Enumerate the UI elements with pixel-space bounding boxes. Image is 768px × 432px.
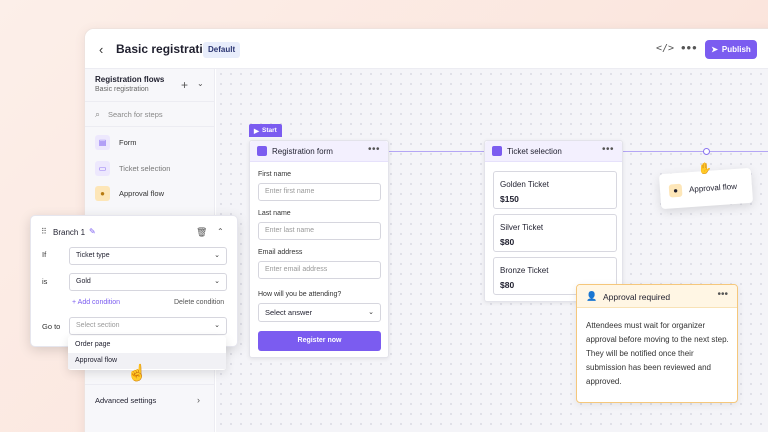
- chevron-up-icon[interactable]: ⌃: [217, 227, 224, 236]
- card-header: 👤 Approval required •••: [577, 285, 737, 308]
- pointer-cursor-icon: ☝: [127, 365, 147, 382]
- card-title: Ticket selection: [507, 147, 562, 156]
- advanced-settings[interactable]: Advanced settings ›: [85, 384, 215, 414]
- ticket-selection-card[interactable]: Ticket selection ••• Golden Ticket $150 …: [484, 140, 623, 302]
- ticket-name: Silver Ticket: [500, 223, 544, 232]
- approval-icon: 👤: [586, 291, 598, 301]
- connector-dot[interactable]: [703, 148, 710, 155]
- dropdown-option-order-page[interactable]: Order page: [68, 337, 226, 353]
- advanced-settings-label: Advanced settings: [95, 396, 157, 405]
- sidebar-item-label: Approval flow: [119, 189, 165, 198]
- more-icon[interactable]: •••: [681, 40, 698, 55]
- email-label: Email address: [258, 249, 303, 256]
- chevron-down-icon: ⌄: [214, 252, 220, 259]
- card-title: Approval required: [603, 292, 671, 302]
- sidebar-item-approval-flow[interactable]: ● Approval flow: [95, 184, 205, 204]
- registration-form-card[interactable]: Registration form ••• First name Enter f…: [249, 140, 389, 358]
- code-icon[interactable]: </>: [656, 43, 674, 54]
- attending-value: Select answer: [265, 308, 313, 317]
- first-name-label: First name: [258, 171, 292, 178]
- condition-field-select[interactable]: Ticket type ⌄: [69, 247, 227, 265]
- sidebar-title: Registration flows: [95, 75, 165, 84]
- delete-condition-button[interactable]: Delete condition: [174, 299, 224, 306]
- play-icon: ▶: [254, 127, 259, 135]
- approval-required-card[interactable]: 👤 Approval required ••• Attendees must w…: [576, 284, 738, 403]
- ticket-price: $80: [500, 280, 515, 290]
- ticket-price: $150: [500, 194, 519, 204]
- goto-dropdown: Order page Approval flow: [68, 336, 226, 370]
- more-icon[interactable]: •••: [602, 144, 614, 155]
- send-icon: ➤: [711, 45, 718, 54]
- search-input[interactable]: Search for steps: [108, 110, 163, 119]
- top-bar: ‹ Basic registration Default </> ••• ➤ P…: [85, 29, 768, 69]
- chevron-right-icon: ›: [197, 395, 200, 405]
- sidebar-item-label: Ticket selection: [119, 164, 171, 173]
- card-title: Registration form: [272, 147, 333, 156]
- goto-select[interactable]: Select section ⌄: [69, 317, 227, 335]
- add-condition-button[interactable]: + Add condition: [72, 299, 120, 306]
- email-field[interactable]: Enter email address: [258, 261, 381, 279]
- ticket-option-golden[interactable]: Golden Ticket $150: [493, 171, 617, 209]
- connector-line: [623, 151, 768, 152]
- status-badge: Default: [203, 42, 241, 58]
- chevron-down-icon: ⌄: [214, 322, 220, 329]
- ticket-price: $80: [500, 237, 515, 247]
- drag-handle-icon[interactable]: ⠿: [41, 227, 47, 236]
- start-label: Start: [262, 127, 277, 134]
- sidebar-subtitle: Basic registration: [95, 86, 149, 93]
- ticket-icon: ▭: [95, 161, 110, 176]
- sidebar-item-label: Form: [119, 138, 137, 147]
- branch-title: Branch 1: [53, 228, 86, 237]
- publish-label: Publish: [721, 45, 751, 54]
- chip-label: Approval flow: [688, 181, 738, 195]
- search-icon: ⌕: [95, 109, 101, 119]
- ticket-name: Golden Ticket: [500, 180, 549, 189]
- last-name-field[interactable]: Enter last name: [258, 222, 381, 240]
- approval-icon: ●: [668, 183, 683, 198]
- approval-description: Attendees must wait for organizer approv…: [586, 321, 729, 386]
- sidebar-header: Registration flows Basic registration: [95, 75, 164, 93]
- ticket-name: Bronze Ticket: [500, 266, 549, 275]
- edit-icon[interactable]: ✎: [89, 227, 96, 236]
- condition-value: Gold: [76, 278, 91, 285]
- condition-field-value: Ticket type: [76, 252, 110, 259]
- first-name-field[interactable]: Enter first name: [258, 183, 381, 201]
- sidebar-item-form[interactable]: ▤ Form: [95, 133, 205, 153]
- card-header: Registration form •••: [250, 141, 388, 162]
- attending-label: How will you be attending?: [258, 291, 342, 298]
- attending-select[interactable]: Select answer ⌄: [258, 303, 381, 322]
- goto-label: Go to: [42, 322, 61, 331]
- if-label: If: [42, 250, 47, 259]
- chevron-down-icon[interactable]: ⌄: [197, 79, 204, 88]
- form-icon: [257, 146, 267, 156]
- search-field[interactable]: ⌕ Search for steps: [85, 101, 215, 127]
- dropdown-option-approval-flow[interactable]: Approval flow: [68, 353, 226, 369]
- branch-panel: ⠿ Branch 1 ✎ 🗑 ⌃ If Ticket type ⌄ is Gol…: [30, 215, 238, 347]
- ticket-icon: [492, 146, 502, 156]
- grab-cursor-icon: ✋: [698, 163, 712, 175]
- sidebar-item-ticket-selection[interactable]: ▭ Ticket selection: [95, 159, 205, 179]
- add-icon[interactable]: +: [181, 78, 188, 92]
- form-icon: ▤: [95, 135, 110, 150]
- connector-line: [389, 151, 484, 152]
- chevron-down-icon: ⌄: [214, 278, 220, 285]
- chevron-down-icon: ⌄: [368, 309, 374, 316]
- start-tag: ▶ Start: [249, 124, 282, 137]
- more-icon[interactable]: •••: [368, 144, 380, 155]
- back-icon[interactable]: ‹: [99, 42, 103, 57]
- condition-value-select[interactable]: Gold ⌄: [69, 273, 227, 291]
- more-icon[interactable]: •••: [717, 289, 728, 300]
- register-button[interactable]: Register now: [258, 331, 381, 351]
- approval-icon: ●: [95, 186, 110, 201]
- is-label: is: [42, 277, 48, 286]
- trash-icon[interactable]: 🗑: [196, 227, 207, 238]
- publish-button[interactable]: ➤ Publish: [705, 40, 757, 59]
- goto-placeholder: Select section: [76, 322, 120, 329]
- last-name-label: Last name: [258, 210, 291, 217]
- ticket-option-silver[interactable]: Silver Ticket $80: [493, 214, 617, 252]
- card-header: Ticket selection •••: [485, 141, 622, 162]
